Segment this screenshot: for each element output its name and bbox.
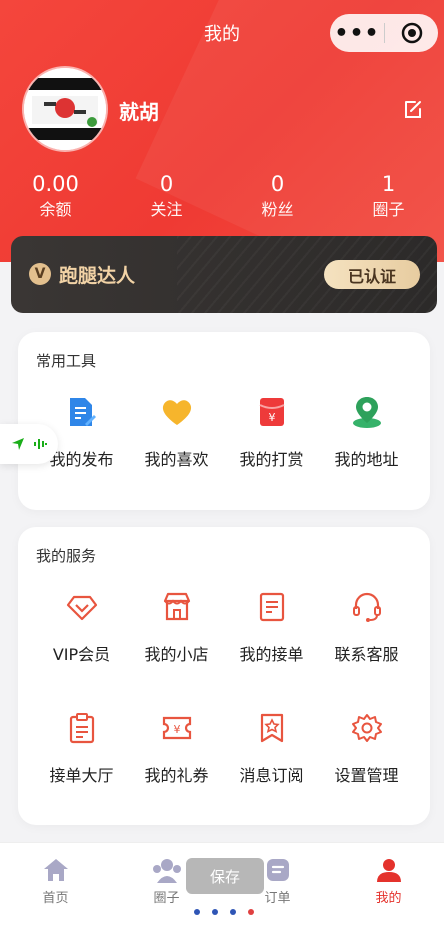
gear-icon (349, 710, 385, 746)
avatar[interactable] (24, 68, 106, 150)
services-card: 我的服务 VIP会员 我的小店 我的接单 联系客服 接单大厅 ¥ 我的礼券 消息… (18, 527, 430, 825)
page-indicator (194, 909, 254, 915)
save-button[interactable]: 保存 (186, 858, 264, 894)
tool-label: 我的打赏 (239, 450, 304, 469)
service-vip[interactable]: VIP会员 (34, 589, 129, 699)
service-shop[interactable]: 我的小店 (129, 589, 224, 699)
indicator-dot (194, 909, 200, 915)
user-icon (373, 857, 405, 885)
service-label: 设置管理 (334, 766, 399, 785)
services-row-1: VIP会员 我的小店 我的接单 联系客服 (34, 589, 444, 699)
svg-text:¥: ¥ (174, 723, 181, 736)
clipboard-icon (64, 710, 100, 746)
service-support[interactable]: 联系客服 (319, 589, 414, 699)
stat-label: 余额 (39, 200, 72, 219)
tab-label: 首页 (42, 891, 69, 906)
tool-my-likes[interactable]: 我的喜欢 (129, 394, 224, 504)
vip-banner[interactable]: V 跑腿达人 已认证 (11, 236, 437, 313)
navigation-arrow-icon (12, 438, 24, 450)
stat-label: 关注 (150, 200, 183, 219)
close-miniprogram-icon[interactable] (385, 22, 438, 44)
service-orders[interactable]: 我的接单 (224, 589, 319, 699)
indicator-dot (212, 909, 218, 915)
service-coupons[interactable]: ¥ 我的礼券 (129, 710, 224, 820)
service-label: 我的礼券 (144, 766, 209, 785)
headset-icon (349, 589, 385, 625)
section-title: 常用工具 (36, 352, 97, 370)
service-subscriptions[interactable]: 消息订阅 (224, 710, 319, 820)
profile-header: 我的 ••• 就胡 0.00 余额 0 关注 0 粉丝 1 圈子 (0, 0, 444, 262)
section-title: 我的服务 (36, 547, 97, 565)
location-pin-icon (349, 394, 385, 430)
order-sheet-icon (254, 589, 290, 625)
service-label: 接单大厅 (49, 766, 114, 785)
service-order-hall[interactable]: 接单大厅 (34, 710, 129, 820)
audio-wave-icon (34, 439, 47, 449)
stat-following[interactable]: 0 关注 (111, 170, 222, 222)
tool-label: 我的喜欢 (144, 450, 209, 469)
red-envelope-icon: ¥ (254, 394, 290, 430)
indicator-dot (248, 909, 254, 915)
mini-program-capsule: ••• (330, 14, 438, 52)
stat-value: 1 (381, 172, 396, 196)
order-icon (262, 857, 294, 885)
coupon-icon: ¥ (159, 710, 195, 746)
indicator-dot (230, 909, 236, 915)
svg-text:¥: ¥ (269, 411, 276, 424)
diamond-icon (64, 589, 100, 625)
home-icon (40, 857, 72, 885)
stat-label: 圈子 (372, 200, 405, 219)
star-bookmark-icon (254, 710, 290, 746)
v-badge-icon: V (29, 263, 51, 285)
tab-mine[interactable]: 我的 (333, 843, 444, 925)
stat-value: 0 (270, 172, 285, 196)
stat-value: 0 (159, 172, 174, 196)
tab-label: 我的 (375, 891, 402, 906)
shop-icon (159, 589, 195, 625)
tools-grid: 我的发布 我的喜欢 ¥ 我的打赏 我的地址 (34, 394, 444, 504)
stat-label: 粉丝 (261, 200, 294, 219)
service-label: VIP会员 (52, 645, 111, 664)
tool-my-address[interactable]: 我的地址 (319, 394, 414, 504)
vip-title: 跑腿达人 (59, 265, 136, 287)
group-icon (151, 857, 183, 885)
heart-icon (159, 394, 195, 430)
service-label: 消息订阅 (239, 766, 304, 785)
stat-circles[interactable]: 1 圈子 (333, 170, 444, 222)
certified-button[interactable]: 已认证 (324, 260, 420, 289)
service-label: 我的小店 (144, 645, 209, 664)
stat-followers[interactable]: 0 粉丝 (222, 170, 333, 222)
account-stats: 0.00 余额 0 关注 0 粉丝 1 圈子 (0, 170, 444, 222)
services-row-2: 接单大厅 ¥ 我的礼券 消息订阅 设置管理 (34, 710, 444, 820)
tools-card: 常用工具 我的发布 我的喜欢 ¥ 我的打赏 我的地址 (18, 332, 430, 510)
service-label: 联系客服 (334, 645, 399, 664)
edit-profile-icon[interactable] (402, 98, 424, 124)
service-label: 我的接单 (239, 645, 304, 664)
tab-home[interactable]: 首页 (0, 843, 111, 925)
floating-location-widget[interactable] (0, 424, 58, 464)
service-settings[interactable]: 设置管理 (319, 710, 414, 820)
stat-value: 0.00 (32, 172, 79, 196)
stat-balance[interactable]: 0.00 余额 (0, 170, 111, 222)
username: 就胡 (119, 100, 159, 124)
tool-my-tips[interactable]: ¥ 我的打赏 (224, 394, 319, 504)
more-options-icon[interactable]: ••• (330, 21, 384, 46)
document-edit-icon (64, 394, 100, 430)
tool-label: 我的地址 (334, 450, 399, 469)
